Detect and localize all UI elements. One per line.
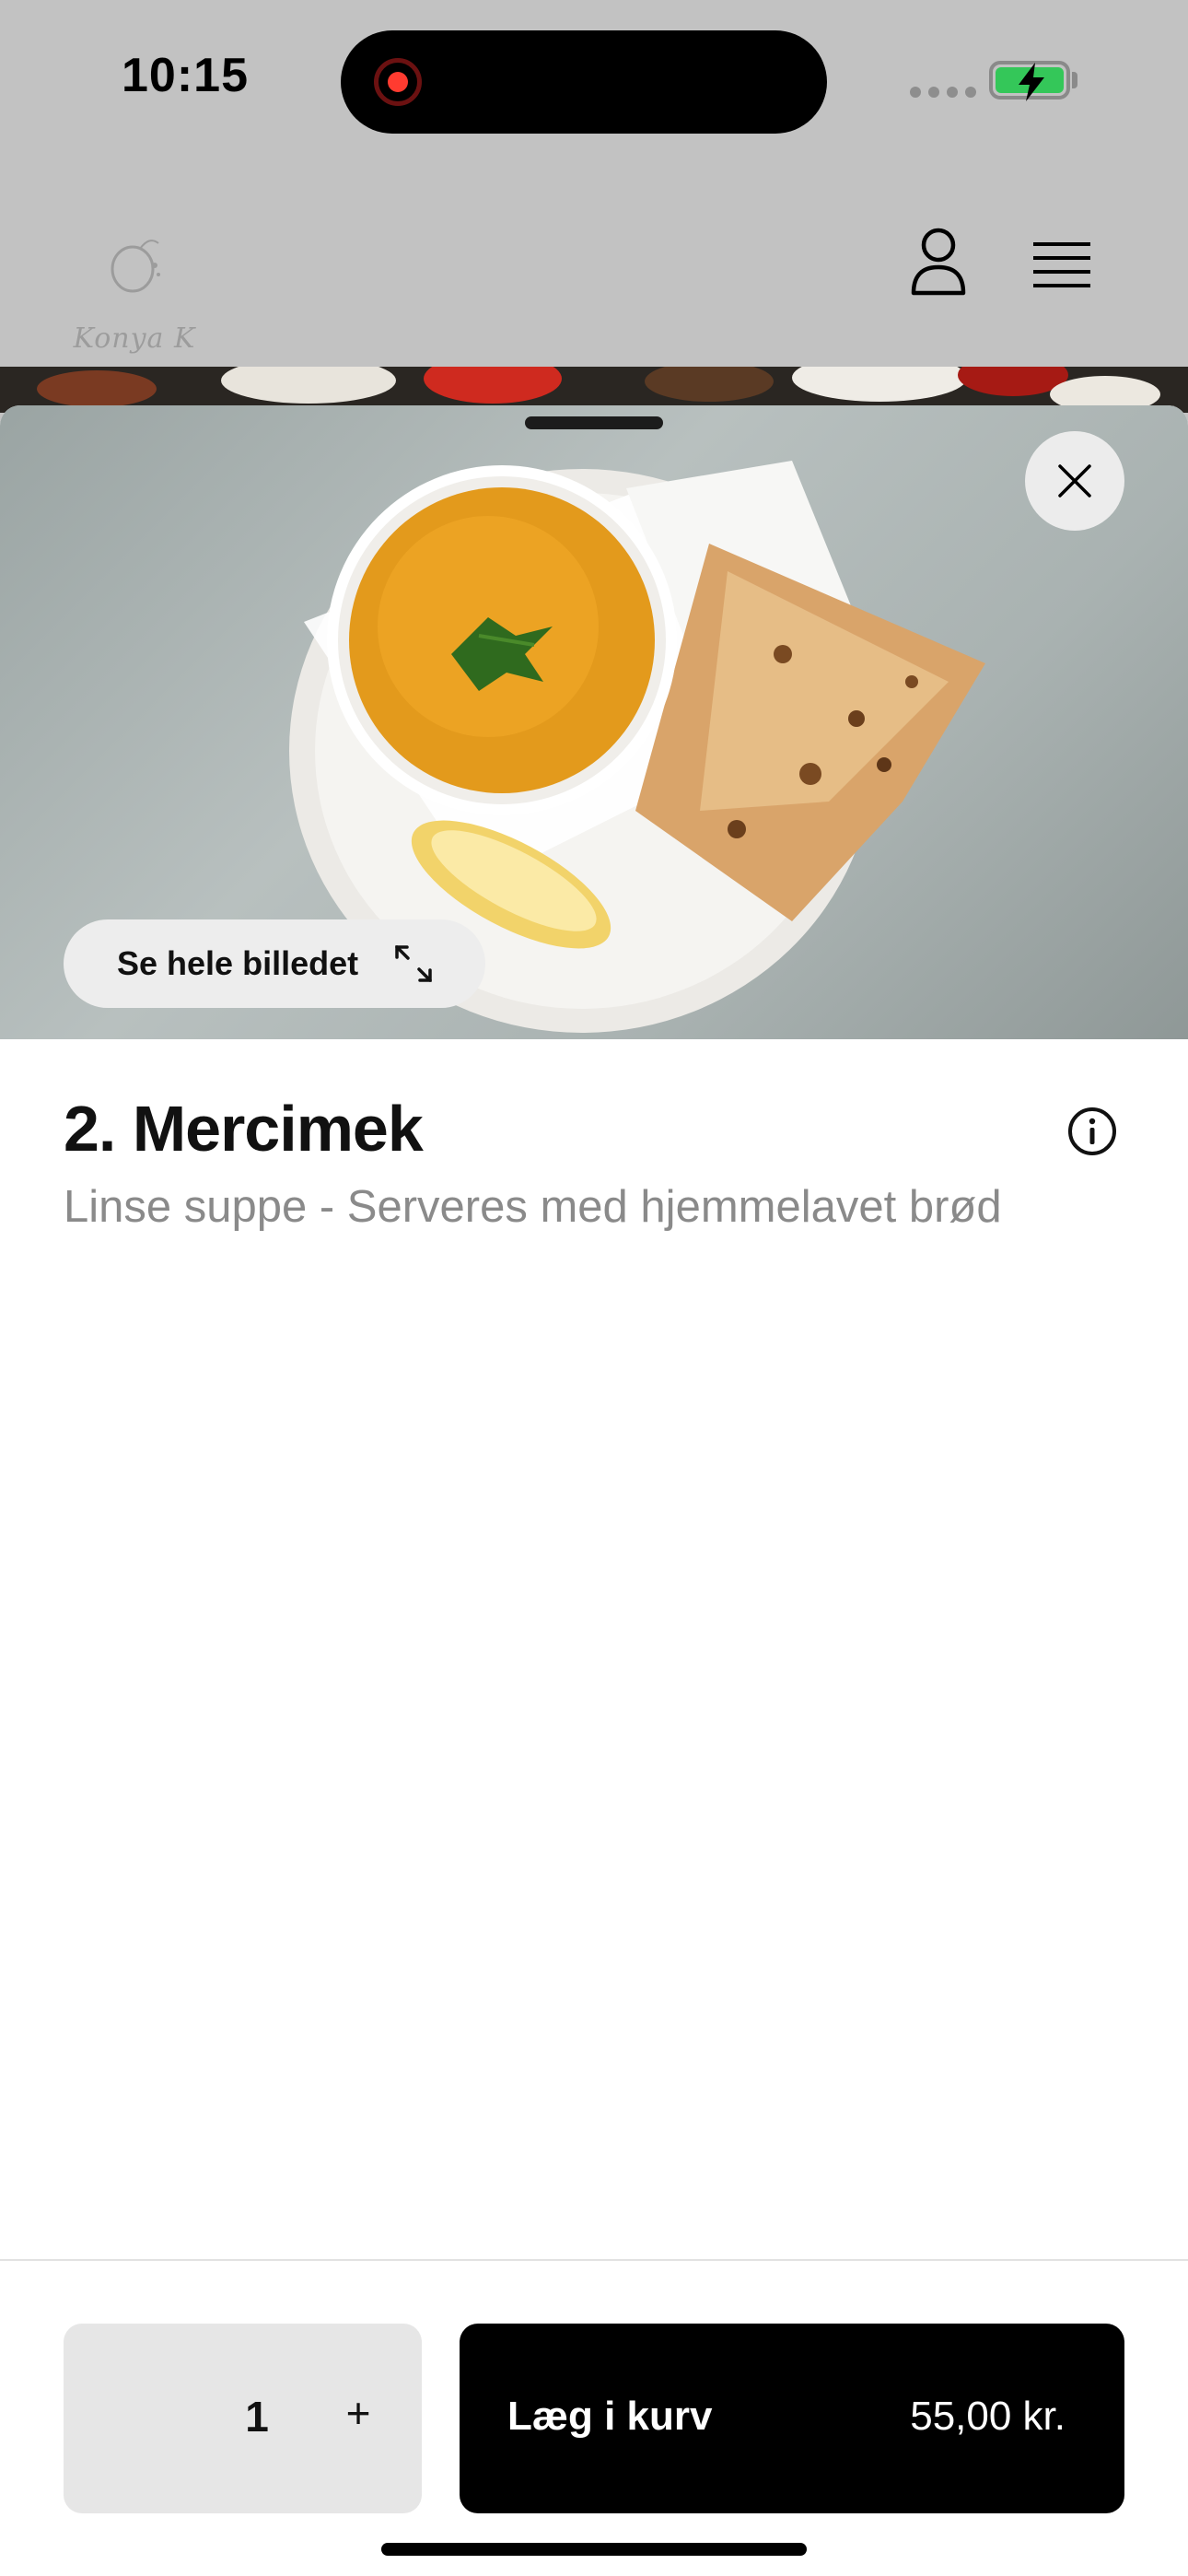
menu-button[interactable] xyxy=(1031,241,1092,289)
add-to-cart-label: Læg i kurv xyxy=(507,2394,713,2439)
product-image[interactable]: Se hele billedet xyxy=(0,405,1188,1039)
logo-mark-icon xyxy=(111,240,160,293)
info-icon xyxy=(1068,1107,1116,1155)
product-sheet: Se hele billedet 2. Mercimek Linse suppe… xyxy=(0,405,1188,2576)
quantity-stepper[interactable]: 1 + xyxy=(64,2324,422,2513)
status-time: 10:15 xyxy=(122,49,249,102)
item-title: 2. Mercimek xyxy=(64,1093,424,1165)
info-button[interactable] xyxy=(1066,1106,1118,1157)
logo[interactable]: Konya K xyxy=(70,221,199,355)
add-to-cart-price: 55,00 kr. xyxy=(910,2394,1066,2439)
screen: 10:15 Konya K Se hele billedet 2. Mercim… xyxy=(0,0,1188,2576)
see-full-image-label: Se hele billedet xyxy=(117,944,359,982)
increase-quantity-button[interactable]: + xyxy=(331,2388,386,2438)
expand-icon xyxy=(395,945,432,982)
status-bar: 10:15 xyxy=(0,0,1188,166)
app-header: Konya K xyxy=(0,166,1188,367)
close-button[interactable] xyxy=(1025,431,1124,531)
menu-icon xyxy=(1033,242,1090,287)
battery-cap xyxy=(1072,72,1077,88)
close-icon xyxy=(1058,464,1091,498)
logo-text: Konya K xyxy=(73,322,196,355)
dynamic-island xyxy=(341,30,827,134)
battery-icon xyxy=(989,61,1070,101)
profile-icon xyxy=(911,228,966,296)
footer-divider xyxy=(0,2259,1188,2261)
add-to-cart-button[interactable]: Læg i kurv 55,00 kr. xyxy=(460,2324,1124,2513)
recording-indicator-icon xyxy=(374,58,422,106)
profile-button[interactable] xyxy=(910,227,967,297)
home-indicator[interactable] xyxy=(381,2543,807,2556)
see-full-image-button[interactable]: Se hele billedet xyxy=(64,919,485,1008)
sheet-grabber[interactable] xyxy=(525,416,663,429)
signal-icon xyxy=(910,87,976,98)
item-description: Linse suppe - Serveres med hjemmelavet b… xyxy=(64,1182,1002,1232)
quantity-value: 1 xyxy=(245,2393,269,2441)
